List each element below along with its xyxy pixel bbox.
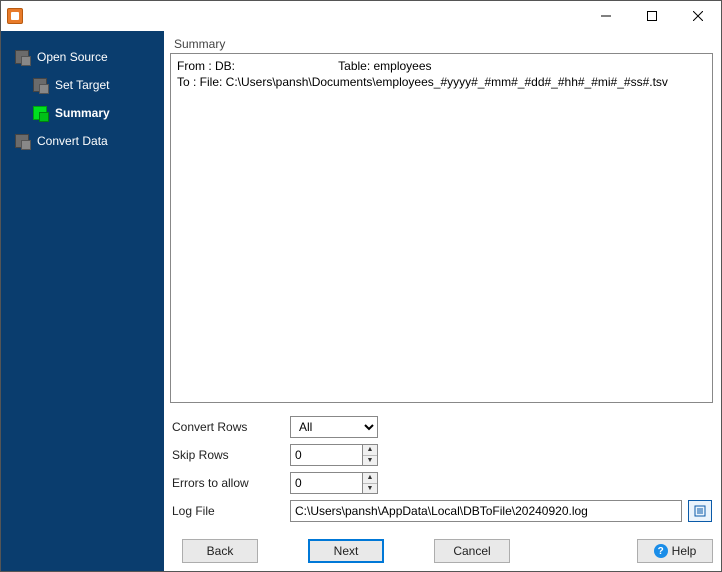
skip-rows-up[interactable]: ▲	[363, 445, 377, 456]
convert-rows-label: Convert Rows	[170, 420, 290, 434]
close-button[interactable]	[675, 1, 721, 31]
sidebar-item-convert-data[interactable]: Convert Data	[1, 127, 164, 155]
wizard-sidebar: Open Source Set Target Summary Convert D…	[1, 31, 164, 571]
sidebar-item-label: Open Source	[37, 50, 108, 64]
summary-text-area: From : DB: Table: employees To : File: C…	[170, 53, 713, 403]
log-file-label: Log File	[170, 504, 290, 518]
step-icon	[15, 134, 29, 148]
sidebar-item-summary[interactable]: Summary	[1, 99, 164, 127]
errors-allow-up[interactable]: ▲	[363, 473, 377, 484]
skip-rows-input[interactable]	[290, 444, 362, 466]
step-icon	[15, 50, 29, 64]
sidebar-item-open-source[interactable]: Open Source	[1, 43, 164, 71]
skip-rows-down[interactable]: ▼	[363, 456, 377, 466]
cancel-button[interactable]: Cancel	[434, 539, 510, 563]
browse-icon	[693, 504, 707, 518]
summary-line-to: To : File: C:\Users\pansh\Documents\empl…	[177, 74, 706, 90]
help-icon: ?	[654, 544, 668, 558]
sidebar-item-label: Summary	[55, 106, 110, 120]
sidebar-item-set-target[interactable]: Set Target	[1, 71, 164, 99]
help-button[interactable]: ? Help	[637, 539, 713, 563]
convert-rows-select[interactable]: All	[290, 416, 378, 438]
sidebar-item-label: Convert Data	[37, 134, 108, 148]
summary-heading: Summary	[174, 37, 713, 51]
skip-rows-label: Skip Rows	[170, 448, 290, 462]
maximize-button[interactable]	[629, 1, 675, 31]
title-bar	[1, 1, 721, 31]
log-file-input[interactable]	[290, 500, 682, 522]
errors-allow-input[interactable]	[290, 472, 362, 494]
back-button[interactable]: Back	[182, 539, 258, 563]
summary-line-from: From : DB: Table: employees	[177, 58, 706, 74]
step-icon	[33, 106, 47, 120]
errors-allow-label: Errors to allow	[170, 476, 290, 490]
log-file-browse-button[interactable]	[688, 500, 712, 522]
app-icon	[7, 8, 23, 24]
sidebar-item-label: Set Target	[55, 78, 109, 92]
step-icon	[33, 78, 47, 92]
minimize-button[interactable]	[583, 1, 629, 31]
errors-allow-down[interactable]: ▼	[363, 484, 377, 494]
next-button[interactable]: Next	[308, 539, 384, 563]
